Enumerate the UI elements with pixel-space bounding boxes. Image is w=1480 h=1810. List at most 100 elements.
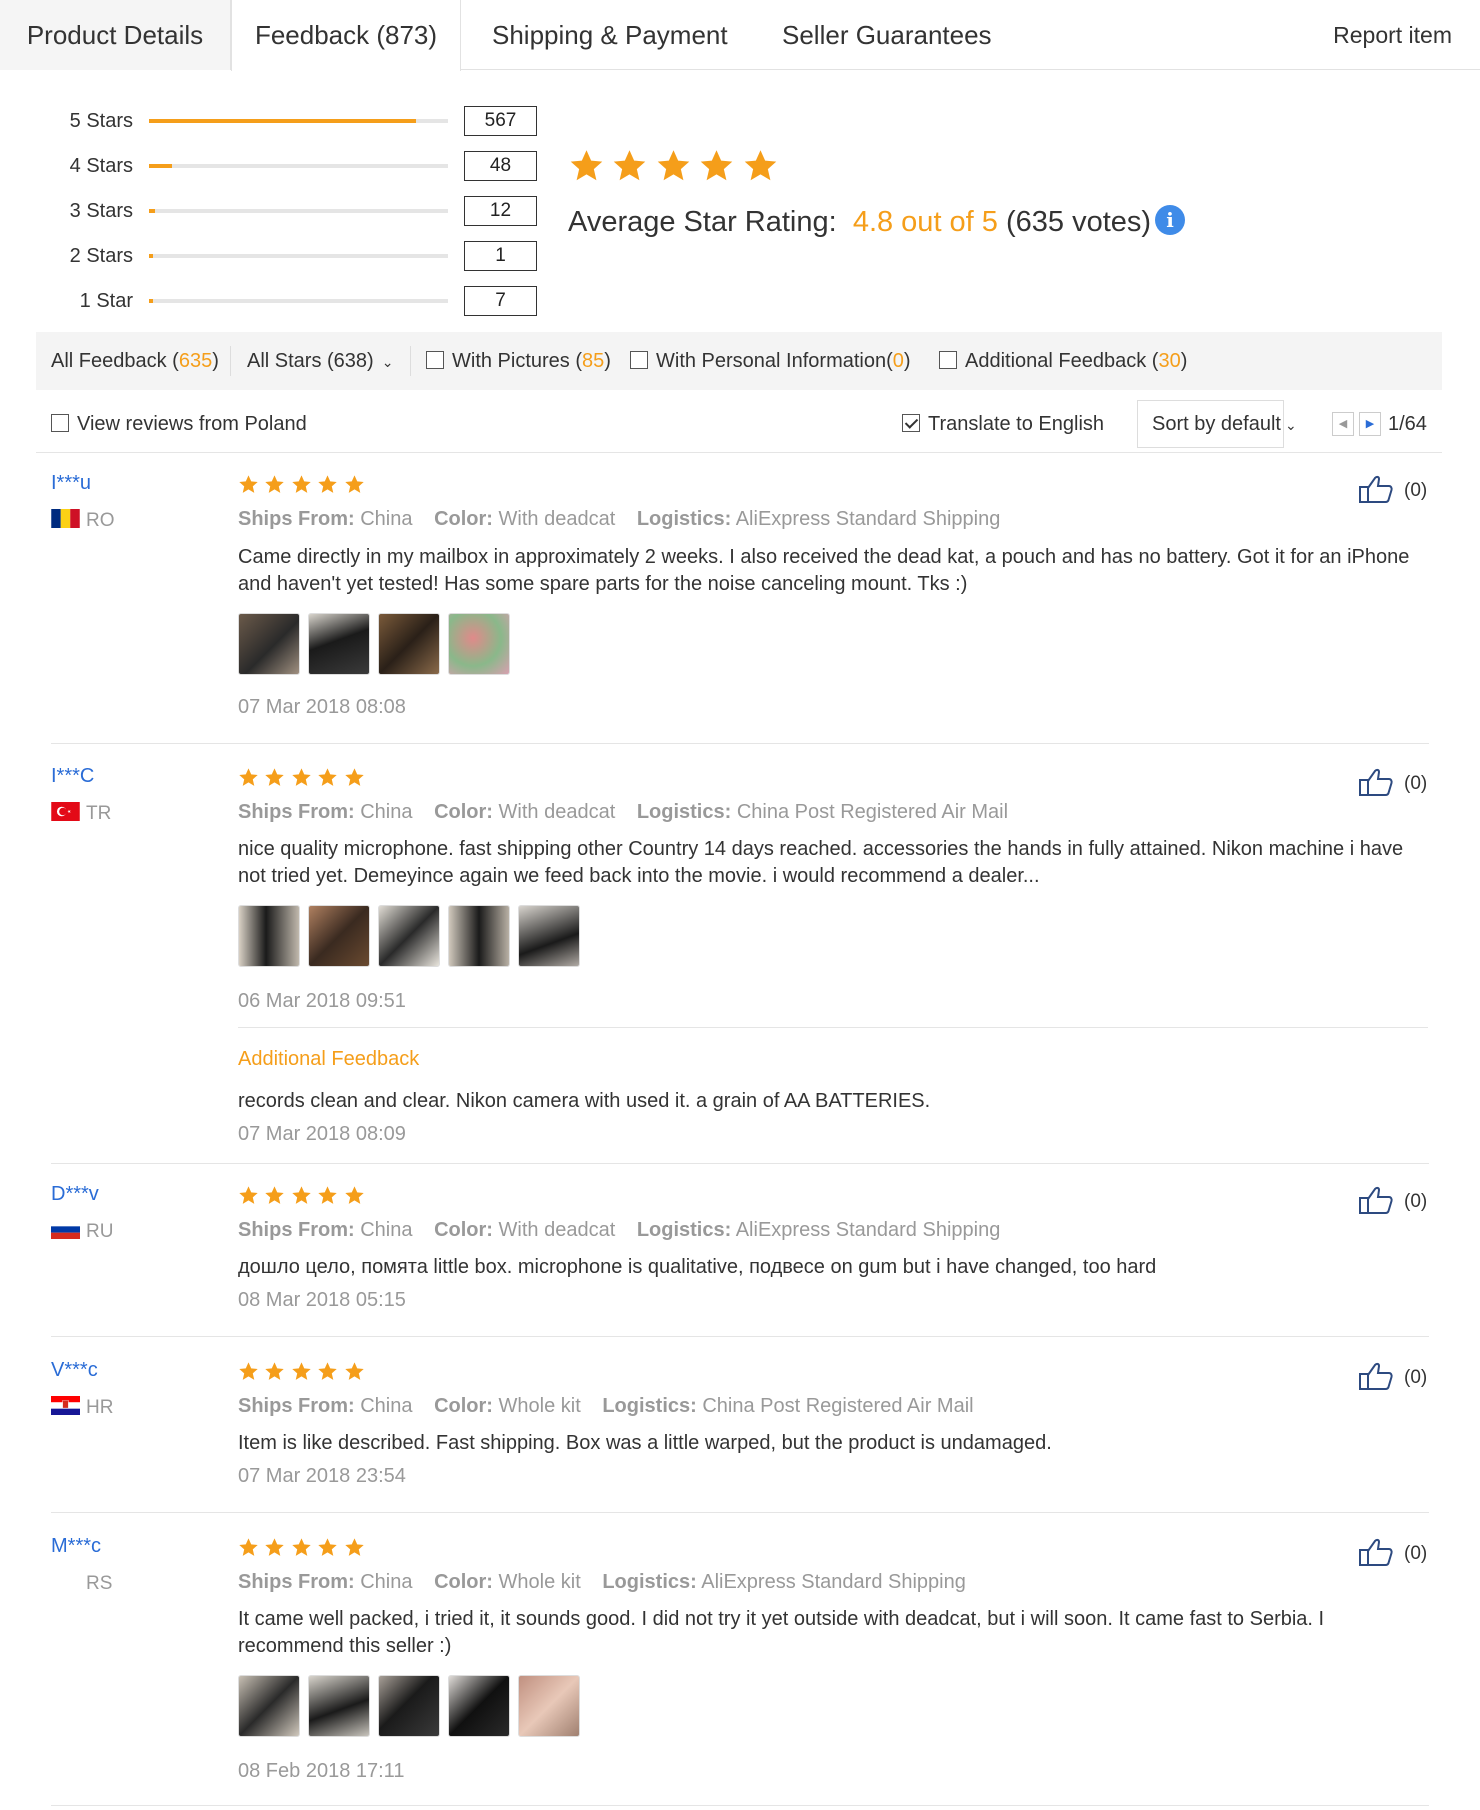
star-icon	[570, 150, 603, 181]
review-text: Item is like described. Fast shipping. B…	[238, 1432, 1052, 1454]
review-photo[interactable]	[378, 613, 440, 675]
color-label: Color:	[434, 1571, 493, 1593]
divider	[51, 743, 1429, 744]
helpful-button[interactable]: (0)	[1358, 767, 1427, 799]
prev-page-button[interactable]: ◀	[1332, 412, 1354, 436]
star-icon	[345, 475, 364, 493]
thumbs-up-icon	[1359, 1538, 1393, 1566]
divider	[51, 1512, 1429, 1513]
logistics-value: AliExpress Standard Shipping	[735, 1219, 1001, 1241]
review-photo[interactable]	[448, 1675, 510, 1737]
ships-from-label: Ships From:	[238, 1571, 355, 1593]
star-icon	[318, 1538, 338, 1556]
flag-icon	[51, 1396, 80, 1416]
personal-info-checkbox[interactable]	[630, 350, 648, 369]
reviewer-name[interactable]: D***v	[51, 1183, 99, 1206]
review-photo[interactable]	[518, 905, 580, 967]
paren: )	[212, 350, 219, 372]
tab-product-details[interactable]: Product Details	[0, 0, 231, 70]
additional-feedback-checkbox[interactable]	[939, 350, 957, 369]
ships-from-value: China	[360, 1219, 413, 1241]
rating-bar-fill	[149, 164, 172, 168]
translate-label: Translate to English	[928, 413, 1105, 435]
reviewer-name[interactable]: V***c	[51, 1359, 98, 1382]
sort-dropdown[interactable]: Sort by default ⌄	[1137, 400, 1297, 448]
ships-from-label: Ships From:	[238, 1395, 355, 1417]
helpful-button[interactable]: (0)	[1358, 1185, 1427, 1217]
reviewer-country: RO	[51, 509, 115, 532]
ships-from-value: China	[360, 508, 413, 530]
star-icon	[265, 768, 285, 786]
all-stars-label: All Stars (638)	[247, 350, 374, 372]
info-icon[interactable]: i	[1155, 205, 1186, 236]
filter-personal-info[interactable]: With Personal Information(0)	[630, 332, 911, 390]
personal-info-count: 0	[892, 350, 904, 372]
review-meta: Ships From: China Color: With deadcat Lo…	[238, 1219, 1000, 1242]
rating-row-count: 1	[464, 241, 537, 271]
report-item-link[interactable]: Report item	[1333, 0, 1452, 70]
review-stars	[238, 1185, 366, 1207]
tab-feedback[interactable]: Feedback (873)	[231, 0, 461, 71]
review-text: It came well packed, i tried it, it soun…	[238, 1608, 1325, 1657]
rating-bar-track	[149, 119, 448, 123]
reviewer-name[interactable]: I***u	[51, 472, 91, 495]
review-photo[interactable]	[448, 613, 510, 675]
rating-row-count: 567	[464, 106, 537, 136]
country-code: TR	[86, 803, 112, 824]
review-photos	[238, 1675, 588, 1737]
review-photo[interactable]	[518, 1675, 580, 1737]
review-photo[interactable]	[238, 613, 300, 675]
review-date: 06 Mar 2018 09:51	[238, 990, 406, 1012]
review-photos	[238, 905, 588, 967]
logistics-label: Logistics:	[636, 801, 732, 823]
helpful-count: (0)	[1404, 1367, 1428, 1388]
review-date: 07 Mar 2018 08:08	[238, 696, 406, 718]
divider	[36, 452, 1442, 453]
thumbs-up-icon	[1359, 1186, 1393, 1214]
review-text: Came directly in my mailbox in approxima…	[238, 546, 1410, 595]
review-photo[interactable]	[308, 613, 370, 675]
all-stars-dropdown[interactable]: All Stars (638) ⌄	[247, 332, 393, 390]
review-photo[interactable]	[238, 905, 300, 967]
view-poland-toggle[interactable]: View reviews from Poland	[51, 400, 307, 448]
star-icon	[239, 1538, 258, 1556]
review-photo[interactable]	[308, 1675, 370, 1737]
star-icon	[292, 1362, 311, 1380]
star-icon	[345, 768, 364, 786]
reviewer-name[interactable]: M***c	[51, 1535, 101, 1558]
page-indicator: 1/64	[1388, 413, 1427, 435]
star-icon	[318, 1186, 338, 1204]
rating-bar-fill	[149, 299, 154, 303]
review-photo[interactable]	[448, 905, 510, 967]
filter-additional-feedback[interactable]: Additional Feedback (30)	[939, 332, 1187, 390]
country-code: RO	[86, 510, 115, 531]
review-photo[interactable]	[378, 905, 440, 967]
translate-checkbox[interactable]	[902, 413, 920, 432]
with-pictures-checkbox[interactable]	[426, 350, 444, 369]
star-icon	[318, 768, 338, 786]
additional-feedback-title: Additional Feedback	[238, 1048, 420, 1070]
tab-seller-guarantees[interactable]: Seller Guarantees	[782, 0, 992, 70]
filter-with-pictures[interactable]: With Pictures (85)	[426, 332, 611, 390]
ships-from-value: China	[360, 1395, 413, 1417]
ships-from-label: Ships From:	[238, 801, 355, 823]
tab-shipping-payment[interactable]: Shipping & Payment	[492, 0, 728, 70]
rating-row-label: 2 Stars	[69, 245, 133, 267]
star-icon	[345, 1186, 364, 1204]
helpful-button[interactable]: (0)	[1358, 474, 1427, 506]
additional-feedback-text: records clean and clear. Nikon camera wi…	[238, 1090, 931, 1112]
review-photo[interactable]	[378, 1675, 440, 1737]
translate-toggle[interactable]: Translate to English	[902, 400, 1104, 448]
logistics-label: Logistics:	[602, 1395, 697, 1417]
filter-all-feedback[interactable]: All Feedback (635)	[51, 332, 219, 390]
review-photo[interactable]	[238, 1675, 300, 1737]
next-page-button[interactable]: ▶	[1359, 412, 1381, 436]
rating-bar-fill	[149, 209, 155, 213]
helpful-button[interactable]: (0)	[1358, 1361, 1427, 1393]
helpful-button[interactable]: (0)	[1358, 1537, 1427, 1569]
view-poland-checkbox[interactable]	[51, 413, 69, 432]
ships-from-value: China	[360, 1571, 413, 1593]
review-photo[interactable]	[308, 905, 370, 967]
divider	[51, 1336, 1429, 1337]
reviewer-name[interactable]: I***C	[51, 765, 94, 788]
